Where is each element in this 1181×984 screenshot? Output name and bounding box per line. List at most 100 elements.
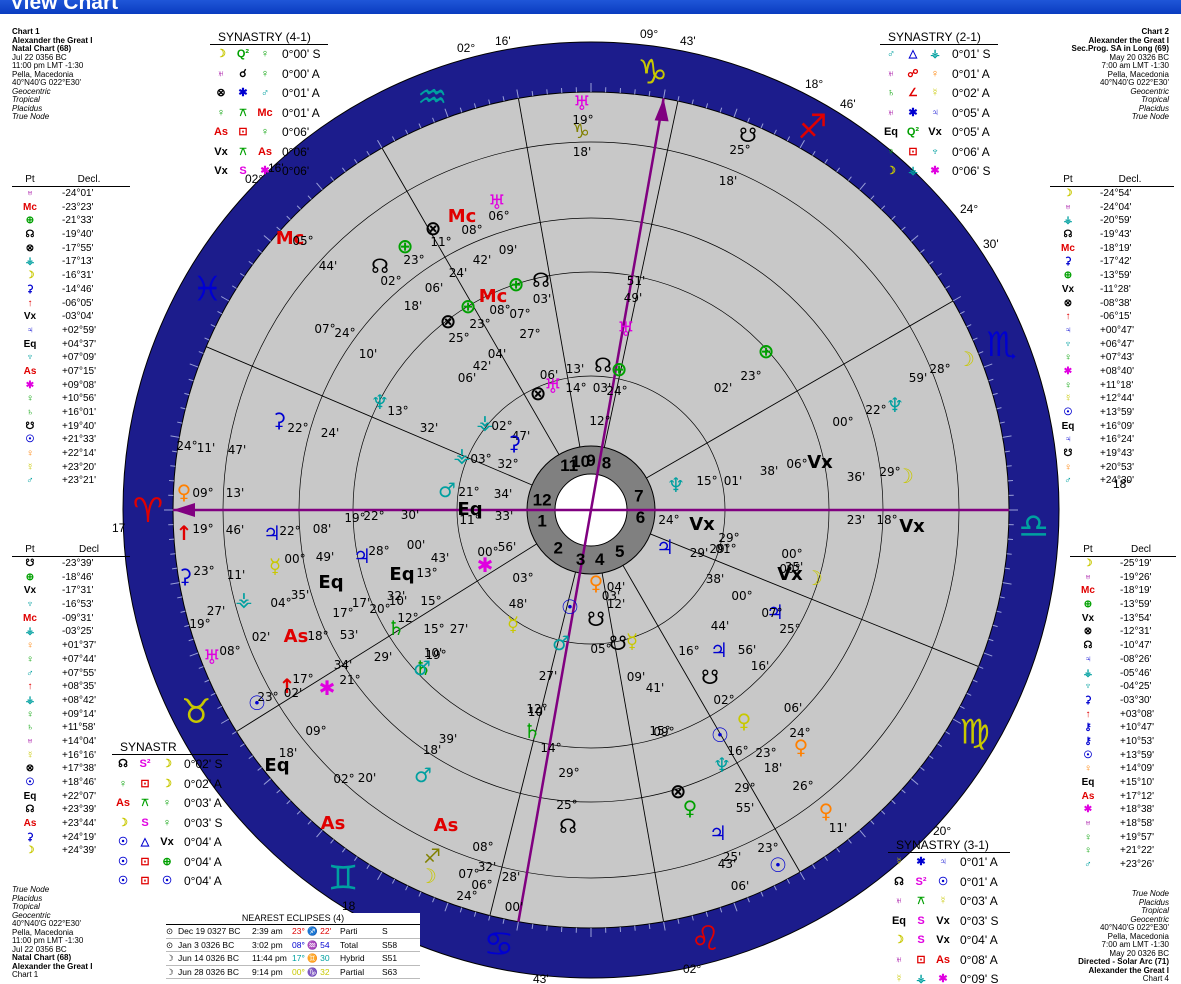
- aspect-glyph-icon: Mc: [257, 106, 273, 119]
- planet-glyph-icon: Eq: [389, 564, 414, 585]
- aspect-glyph-icon: ✱: [916, 856, 926, 868]
- zodiac-sign-icon: ♈: [133, 491, 163, 531]
- point-degree-label: 49': [624, 291, 643, 305]
- decl-row: Mc -18°19': [1050, 242, 1174, 256]
- degree-tick: [648, 923, 651, 929]
- aspect-glyph-icon: ☉: [938, 875, 948, 888]
- eclipse-date: Jun 14 0326 BC: [178, 953, 239, 963]
- aspect-glyph-icon: Vx: [160, 836, 174, 848]
- planet-glyph-icon: ⚶: [25, 256, 35, 268]
- point-degree-label: 17°: [332, 606, 353, 620]
- point-degree-label: 03°: [512, 571, 533, 585]
- decl-row: Eq +16°09': [1050, 420, 1174, 434]
- planet-glyph-icon: ☉: [711, 723, 729, 747]
- aspect-glyph-icon: ♅: [886, 106, 896, 119]
- decl-row: Mc -23°23': [12, 201, 130, 215]
- planet-glyph-icon: ⚶: [1083, 667, 1093, 679]
- decl-value: +19°43': [1100, 448, 1134, 460]
- planet-glyph-icon: ♃: [710, 638, 728, 662]
- decl-header-pt: Pt: [1083, 544, 1093, 555]
- orb-value: 0°03' A: [960, 894, 998, 908]
- orb-value: 0°01' A: [952, 66, 990, 81]
- decl-value: +06°47': [1100, 338, 1134, 350]
- point-degree-label: 38': [706, 572, 725, 586]
- planet-glyph-icon: As: [434, 815, 459, 836]
- orb-value: 0°04' A: [184, 835, 222, 849]
- planet-glyph-icon: ⚳: [26, 283, 34, 295]
- cusp-degree-label: 43': [533, 972, 549, 984]
- decl-value: +08°40': [1100, 365, 1134, 377]
- aspect-glyph-icon: ☊: [118, 758, 128, 770]
- decl-row: Eq +15°10': [1070, 776, 1176, 790]
- aspect-glyph-icon: ♃: [930, 106, 940, 119]
- eclipse-kind: Parti: [340, 926, 358, 936]
- decl-value: +07°15': [62, 365, 96, 377]
- point-degree-label: 24°: [658, 513, 679, 527]
- decl-value: -19°40': [62, 229, 94, 241]
- point-degree-label: 02': [252, 630, 271, 644]
- planet-glyph-icon: ♂: [438, 478, 456, 502]
- decl-row: ↑ +03°08': [1070, 708, 1176, 722]
- planet-glyph-icon: ⊕: [508, 272, 525, 296]
- point-degree-label: 12°: [397, 611, 418, 625]
- decl-row: ☽ -24°54': [1050, 187, 1174, 201]
- point-degree-label: 44': [711, 619, 730, 633]
- cusp-degree-label: 46': [840, 97, 856, 111]
- point-degree-label: 23°: [403, 253, 424, 267]
- zodiac-sign-icon: ♌: [690, 919, 720, 959]
- eclipse-saros: S51: [382, 953, 398, 963]
- synastry-row: ☉ ⊡ ☉ 0°04' A: [112, 872, 228, 892]
- decl-row: ♆ -04°25': [1070, 680, 1176, 694]
- decl-value: -20°59': [1100, 215, 1132, 227]
- eclipse-position: 00° ♑ 32: [292, 966, 330, 977]
- decl-row: ☊ -10°47': [1070, 639, 1176, 653]
- aspect-glyph-icon: ☽: [162, 777, 172, 790]
- decl-row: ♅ -19°26': [1070, 571, 1176, 585]
- degree-tick: [531, 923, 534, 929]
- zodiac-sign-icon: ♉: [181, 692, 211, 732]
- planet-glyph-icon: ⊕: [758, 339, 775, 363]
- decl-row: Vx -11°28': [1050, 283, 1174, 297]
- eclipse-row: ☽ Jun 28 0326 BC 9:14 pm 00° ♑ 32 Partial S63: [166, 966, 420, 979]
- point-degree-label: 36': [847, 470, 866, 484]
- point-degree-label: 12': [607, 597, 626, 611]
- planet-glyph-icon: ☋: [609, 631, 627, 655]
- planet-glyph-icon: ♅: [26, 735, 34, 747]
- orb-value: 0°02' A: [952, 86, 990, 100]
- aspect-glyph-icon: ☽: [118, 816, 128, 829]
- planet-glyph-icon: ⚶: [25, 694, 35, 706]
- decl-value: +07°44': [62, 653, 96, 665]
- decl-row: ⚷ +10°47': [1070, 721, 1176, 735]
- planet-glyph-icon: ☋: [25, 558, 35, 569]
- planet-glyph-icon: ⚳: [272, 408, 287, 432]
- planet-glyph-icon: ♃: [656, 535, 674, 559]
- planet-glyph-icon: ♀: [1064, 379, 1072, 391]
- decl-row: ♀ +22°14': [12, 447, 130, 461]
- planet-glyph-icon: ♀: [177, 480, 192, 504]
- point-degree-label: 02': [284, 686, 303, 700]
- decl-value: +17°12': [1120, 790, 1154, 802]
- decl-row: ♃ +00°47': [1050, 324, 1174, 338]
- aspect-glyph-icon: △: [140, 836, 150, 848]
- zodiac-sign-icon: ♑: [637, 52, 667, 92]
- degree-tick: [1004, 567, 1010, 570]
- point-degree-label: 25°: [779, 622, 800, 636]
- aspect-glyph-icon: ♀: [162, 816, 172, 829]
- point-degree-label: 00°: [781, 547, 802, 561]
- point-degree-label: 08°: [472, 840, 493, 854]
- decl-row: ⚶ -03°25': [12, 625, 130, 639]
- decl-row: ♂ +07°55': [12, 667, 130, 681]
- cusp-degree-label: 30': [983, 237, 999, 251]
- point-degree-label: 00°: [284, 552, 305, 566]
- chart2-info: Chart 2 Alexander the Great I Sec.Prog. SA…: [1072, 27, 1170, 122]
- point-degree-label: 32°: [497, 457, 518, 471]
- point-degree-label: 35': [291, 588, 310, 602]
- decl-row: ↑ -06°15': [1050, 310, 1174, 324]
- planet-glyph-icon: ☽: [957, 347, 975, 371]
- aspect-glyph-icon: ♀: [930, 67, 940, 80]
- decl-row: ⊗ -17°55': [12, 242, 130, 256]
- cusp-degree-label: 43': [680, 34, 696, 48]
- orb-value: 0°00' S: [282, 47, 321, 61]
- synastry-title: SYNASTRY (2-1): [880, 30, 998, 45]
- point-degree-label: 32': [478, 860, 497, 874]
